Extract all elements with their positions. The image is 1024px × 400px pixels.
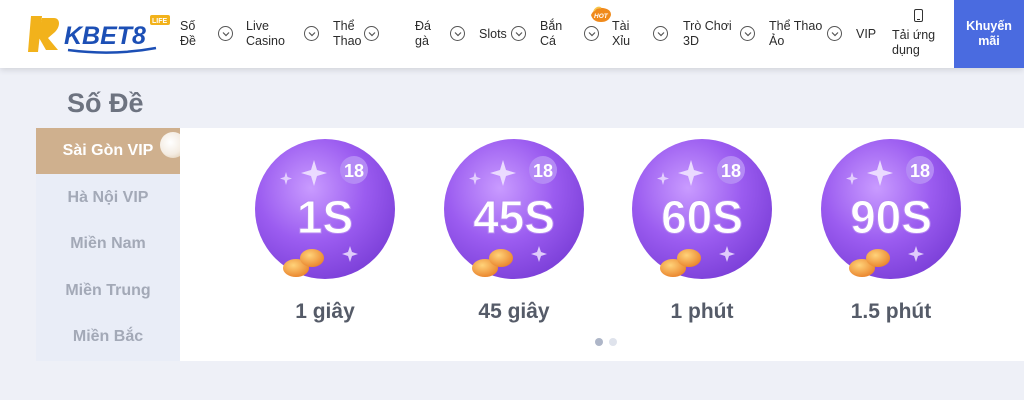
sidebar-item-label: Hà Nội VIP (67, 189, 149, 206)
chevron-down-icon[interactable] (653, 26, 668, 41)
top-navbar: KBET8 LIFE Số Đề Live Casino Thể Thao Đá… (0, 0, 1024, 68)
nav-label: Thể Thao (333, 19, 362, 48)
nav-label: Tải ứng dụng (892, 28, 936, 57)
lottery-ball-icon: 18 90S (821, 139, 961, 279)
game-card-90s[interactable]: 18 90S 1.5 phút (820, 138, 962, 323)
nav-tai-ung-dung[interactable]: Tải ứng dụng (892, 0, 935, 68)
svg-text:18: 18 (910, 161, 930, 181)
sidebar-item-label: Miền Trung (65, 282, 151, 299)
promotion-label: Khuyến mãi (966, 19, 1012, 48)
nav-label: Bắn Cá (540, 19, 563, 48)
nav-vip[interactable]: VIP (856, 0, 876, 68)
nav-da-ga[interactable]: Đá gà (415, 0, 431, 68)
game-label: 1.5 phút (850, 300, 932, 323)
nav-label: VIP (856, 26, 877, 41)
promotion-button[interactable]: Khuyến mãi (954, 0, 1024, 68)
svg-text:60S: 60S (661, 191, 743, 243)
nav-label: Trò Chơi 3D (683, 19, 732, 48)
site-logo[interactable]: KBET8 LIFE (28, 12, 173, 56)
chevron-down-icon[interactable] (511, 26, 526, 41)
game-card-60s[interactable]: 18 60S 1 phút (631, 138, 773, 323)
game-card-1s[interactable]: 18 1S 1 giây (254, 138, 396, 323)
game-label: 1 phút (670, 300, 734, 323)
chevron-down-icon[interactable] (450, 26, 465, 41)
nav-tro-choi-3d[interactable]: Trò Chơi 3D (683, 0, 732, 68)
nav-slots[interactable]: Slots (479, 0, 507, 68)
chevron-down-icon[interactable] (364, 26, 379, 41)
nav-the-thao[interactable]: Thể Thao (333, 0, 362, 68)
nav-label: Tài Xỉu (612, 19, 631, 48)
svg-text:90S: 90S (850, 191, 932, 243)
page-title: Số Đề (67, 88, 144, 118)
lottery-ball-icon: 18 60S (632, 139, 772, 279)
carousel-pagination (595, 338, 617, 346)
nav-label: Số Đề (180, 19, 196, 48)
lottery-ball-icon: 18 1S (255, 139, 395, 279)
chevron-down-icon[interactable] (218, 26, 233, 41)
sidebar-item-label: Sài Gòn VIP (62, 142, 154, 159)
chevron-down-icon[interactable] (304, 26, 319, 41)
svg-text:LIFE: LIFE (152, 18, 167, 25)
hot-badge-icon: HOT (589, 6, 613, 24)
nav-label: Live Casino (246, 19, 285, 48)
nav-live-casino[interactable]: Live Casino (246, 0, 285, 68)
svg-text:18: 18 (344, 161, 364, 181)
nav-the-thao-ao[interactable]: Thể Thao Ảo (769, 0, 822, 68)
sidebar-item-ha-noi-vip[interactable]: Hà Nội VIP (36, 175, 180, 221)
sidebar-item-label: Miền Nam (70, 235, 146, 252)
sidebar-item-sai-gon-vip[interactable]: Sài Gòn VIP (36, 128, 186, 174)
nav-label: Đá gà (415, 19, 431, 48)
lottery-ball-icon: 18 45S (444, 139, 584, 279)
sidebar-item-label: Miền Bắc (72, 328, 144, 345)
chevron-down-icon[interactable] (584, 26, 599, 41)
svg-text:18: 18 (533, 161, 553, 181)
svg-text:KBET8: KBET8 (64, 22, 146, 50)
chevron-down-icon[interactable] (827, 26, 842, 41)
carousel-dot-1[interactable] (595, 338, 603, 346)
svg-text:45S: 45S (473, 191, 555, 243)
nav-label: Slots (479, 26, 507, 41)
nav-label: Thể Thao Ảo (769, 19, 823, 48)
nav-tai-xiu[interactable]: Tài Xỉu (612, 0, 630, 68)
sidebar-item-mien-trung[interactable]: Miền Trung (36, 268, 180, 314)
carousel-dot-2[interactable] (609, 338, 617, 346)
svg-text:1S: 1S (297, 191, 353, 243)
nav-so-de[interactable]: Số Đề (180, 0, 196, 68)
sidebar-item-mien-bac[interactable]: Miền Bắc (36, 314, 180, 360)
nav-ban-ca[interactable]: Bắn Cá (540, 0, 562, 68)
game-label: 1 giây (295, 300, 355, 323)
region-sidebar: Sài Gòn VIP Hà Nội VIP Miền Nam Miền Tru… (36, 128, 186, 361)
svg-text:HOT: HOT (594, 13, 609, 20)
svg-text:18: 18 (721, 161, 741, 181)
game-label: 45 giây (478, 300, 550, 323)
game-card-45s[interactable]: 18 45S 45 giây (443, 138, 585, 323)
sidebar-item-mien-nam[interactable]: Miền Nam (36, 221, 180, 267)
chevron-down-icon[interactable] (740, 26, 755, 41)
